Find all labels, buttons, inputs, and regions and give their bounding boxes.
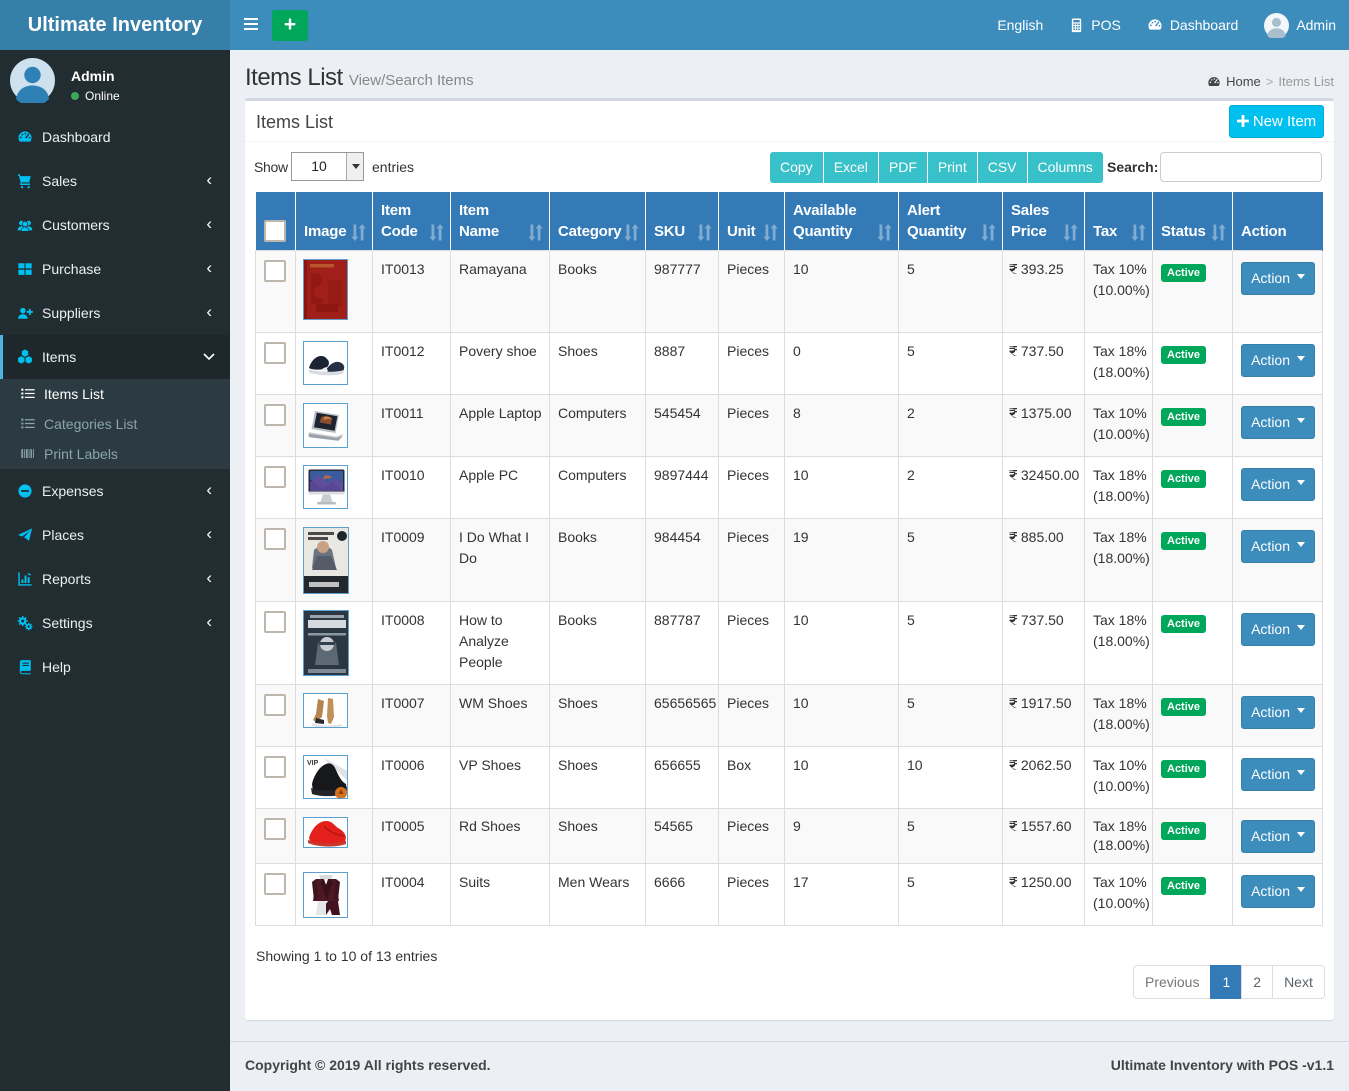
svg-text:VIP: VIP [307, 760, 319, 767]
